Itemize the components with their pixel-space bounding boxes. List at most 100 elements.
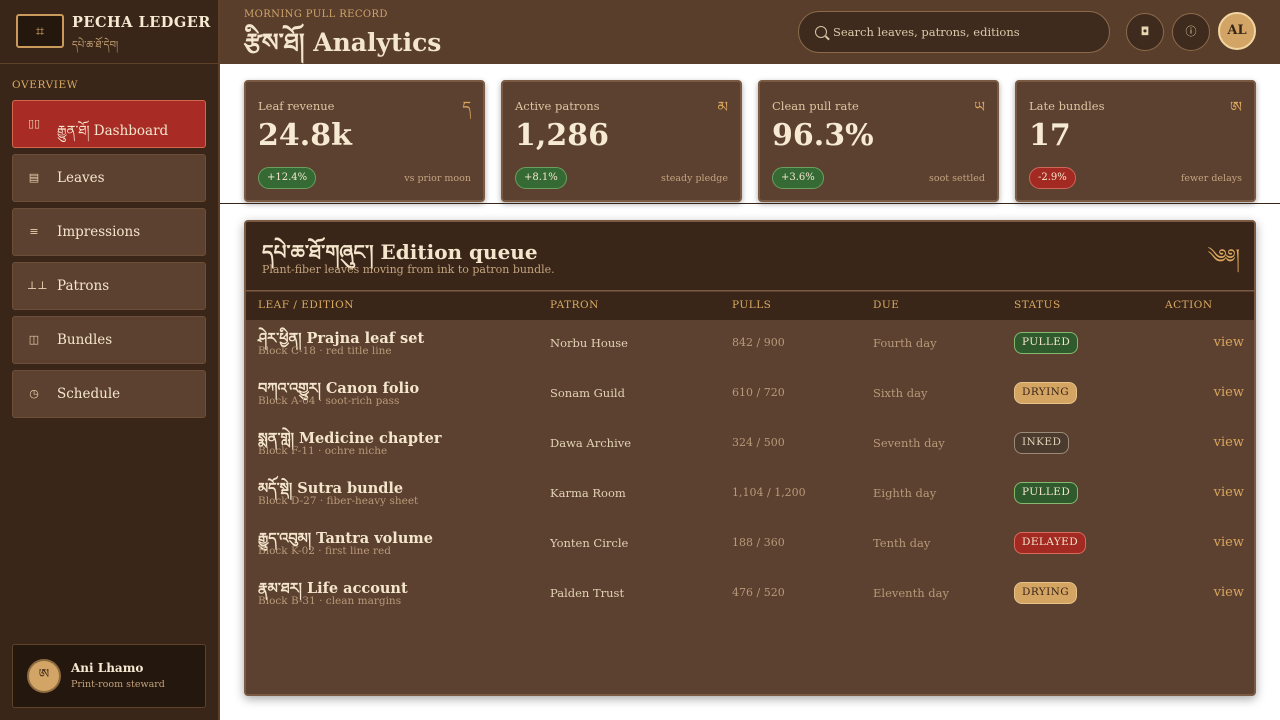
impressions-icon: ≡ — [29, 225, 39, 238]
metric-glyph-icon: ཡ — [974, 98, 985, 116]
pull-count: 842 / 900 — [732, 336, 785, 349]
metric-delta-badge: +3.6% — [772, 167, 824, 189]
leaf-subtitle: Block D-27 · fiber-heavy sheet — [258, 495, 419, 507]
metric-note: fewer delays — [1180, 173, 1242, 184]
bundles-icon: ◫ — [28, 333, 40, 346]
metric-label: Leaf revenue — [258, 99, 335, 113]
column-header-status[interactable]: STATUS — [1014, 299, 1061, 311]
metric-glyph-icon: ཨ — [1229, 98, 1242, 116]
sidebar-item-dashboard[interactable]: ▯▯ རྒྱུན་ཐོ། Dashboard — [12, 100, 206, 148]
sidebar-item-leaves[interactable]: ▤ Leaves — [12, 154, 206, 202]
view-link[interactable]: view — [1214, 535, 1244, 550]
pull-count: 1,104 / 1,200 — [732, 486, 806, 499]
sidebar-item-label: Patrons — [57, 278, 110, 294]
user-avatar: ཨ — [27, 659, 61, 693]
profile-avatar[interactable]: AL — [1218, 12, 1256, 50]
info-button[interactable]: ⓘ — [1172, 13, 1210, 51]
edition-queue-panel: དཔེ་ཆ་ཐོ་གཞུང་། Edition queue Plant-fibe… — [244, 220, 1256, 696]
user-role: Print-room steward — [71, 679, 165, 690]
sidebar-item-label: རྒྱུན་ཐོ། Dashboard — [57, 123, 169, 139]
dashboard-icon: ▯▯ — [27, 117, 41, 130]
panel-subtitle: Plant-fiber leaves moving from ink to pa… — [262, 263, 555, 276]
search-bar[interactable] — [798, 11, 1110, 53]
metric-card-late-bundles[interactable]: Late bundles ཨ 17 -2.9% fewer delays — [1015, 80, 1256, 202]
bell-icon: ◘ — [1140, 25, 1150, 38]
table-header: LEAF / EDITION PATRON PULLS DUE STATUS A… — [246, 292, 1254, 320]
view-link[interactable]: view — [1214, 585, 1244, 600]
table-row[interactable]: སྨན་གླེ། Medicine chapter Block F-11 · o… — [246, 422, 1254, 472]
page-title: རྩིས་ཐོ། Analytics — [244, 28, 442, 57]
patron-name: Sonam Guild — [550, 386, 625, 400]
metric-card-leaf-revenue[interactable]: Leaf revenue ད 24.8k +12.4% vs prior moo… — [244, 80, 485, 202]
metric-note: soot settled — [928, 173, 985, 184]
metric-label: Active patrons — [515, 99, 600, 113]
column-header-due[interactable]: DUE — [873, 299, 899, 311]
search-input[interactable] — [833, 22, 1103, 42]
sidebar-item-label: Bundles — [57, 332, 113, 348]
nav-section-label: OVERVIEW — [12, 79, 79, 91]
user-name: Ani Lhamo — [71, 661, 144, 675]
sidebar-item-bundles[interactable]: ◫ Bundles — [12, 316, 206, 364]
ornament-icon: ༄༅། — [1207, 244, 1240, 268]
table-row[interactable]: ཤེར་ཕྱིན། Prajna leaf set Block C-18 · r… — [246, 322, 1254, 372]
leaf-subtitle: Block A-04 · soot-rich pass — [258, 395, 400, 407]
patron-name: Yonten Circle — [550, 536, 629, 550]
sidebar-nav: ▯▯ རྒྱུན་ཐོ། Dashboard ▤ Leaves ≡ Impres… — [12, 100, 206, 424]
status-badge: DRYING — [1014, 382, 1078, 404]
table-row[interactable]: བཀའ་འགྱུར། Canon folio Block A-04 · soot… — [246, 372, 1254, 422]
view-link[interactable]: view — [1214, 435, 1244, 450]
sidebar-item-label: Leaves — [57, 170, 105, 186]
brand-title: PECHA LEDGER — [72, 14, 211, 31]
patron-name: Karma Room — [550, 486, 626, 500]
table-row[interactable]: རྣམ་ཐར། Life account Block B-31 · clean … — [246, 572, 1254, 622]
brand[interactable]: ⌗ PECHA LEDGER དཔེ་ཆ་ཐོ་དེབ། — [16, 14, 211, 51]
pull-count: 324 / 500 — [732, 436, 785, 449]
metric-delta-badge: -2.9% — [1029, 167, 1076, 189]
column-header-leaf[interactable]: LEAF / EDITION — [258, 299, 354, 311]
leaves-icon: ▤ — [28, 171, 40, 184]
top-header: རྩིས་ཐོ། Analytics MORNING PULL RECORD ◘… — [220, 0, 1280, 64]
leaf-subtitle: Block F-11 · ochre niche — [258, 445, 388, 457]
metrics-row: Leaf revenue ད 24.8k +12.4% vs prior moo… — [244, 80, 1256, 202]
column-header-pulls[interactable]: PULLS — [732, 299, 771, 311]
metric-card-clean-pull-rate[interactable]: Clean pull rate ཡ 96.3% +3.6% soot settl… — [758, 80, 999, 202]
sidebar-item-impressions[interactable]: ≡ Impressions — [12, 208, 206, 256]
column-header-patron[interactable]: PATRON — [550, 299, 599, 311]
sidebar-item-patrons[interactable]: ⊥⊥ Patrons — [12, 262, 206, 310]
metric-value: 24.8k — [258, 118, 352, 153]
clock-icon: ◷ — [29, 387, 39, 400]
patrons-icon: ⊥⊥ — [27, 279, 48, 292]
status-badge: DRYING — [1014, 582, 1078, 604]
view-link[interactable]: view — [1214, 385, 1244, 400]
column-header-action: ACTION — [1165, 299, 1213, 311]
metric-glyph-icon: ད — [462, 98, 471, 116]
notifications-button[interactable]: ◘ — [1126, 13, 1164, 51]
page-eyebrow: MORNING PULL RECORD — [244, 9, 388, 20]
sidebar: ⌗ PECHA LEDGER དཔེ་ཆ་ཐོ་དེབ། OVERVIEW ▯▯… — [0, 0, 220, 720]
due-date: Fourth day — [873, 336, 937, 350]
view-link[interactable]: view — [1214, 485, 1244, 500]
metric-card-active-patrons[interactable]: Active patrons མ 1,286 +8.1% steady pled… — [501, 80, 742, 202]
due-date: Tenth day — [873, 536, 931, 550]
metric-note: steady pledge — [661, 173, 728, 184]
search-icon — [815, 26, 827, 38]
patron-name: Palden Trust — [550, 586, 625, 600]
user-card[interactable]: ཨ Ani Lhamo Print-room steward — [12, 644, 206, 708]
pull-count: 476 / 520 — [732, 586, 785, 599]
sidebar-item-schedule[interactable]: ◷ Schedule — [12, 370, 206, 418]
table-row[interactable]: མདོ་སྡེ། Sutra bundle Block D-27 · fiber… — [246, 472, 1254, 522]
pull-count: 610 / 720 — [732, 386, 785, 399]
metric-delta-badge: +12.4% — [258, 167, 317, 189]
section-divider — [220, 203, 1280, 204]
metric-label: Late bundles — [1029, 99, 1105, 113]
panel-title: དཔེ་ཆ་ཐོ་གཞུང་། Edition queue — [262, 240, 538, 264]
status-badge: PULLED — [1014, 332, 1079, 354]
patron-name: Dawa Archive — [550, 436, 632, 450]
view-link[interactable]: view — [1214, 335, 1244, 350]
leaf-subtitle: Block K-02 · first line red — [258, 545, 391, 557]
table-row[interactable]: རྒྱུད་འབུམ། Tantra volume Block K-02 · f… — [246, 522, 1254, 572]
leaf-subtitle: Block C-18 · red title line — [258, 345, 392, 357]
panel-header: དཔེ་ཆ་ཐོ་གཞུང་། Edition queue Plant-fibe… — [246, 222, 1254, 291]
info-icon: ⓘ — [1185, 25, 1197, 38]
patron-name: Norbu House — [550, 336, 628, 350]
